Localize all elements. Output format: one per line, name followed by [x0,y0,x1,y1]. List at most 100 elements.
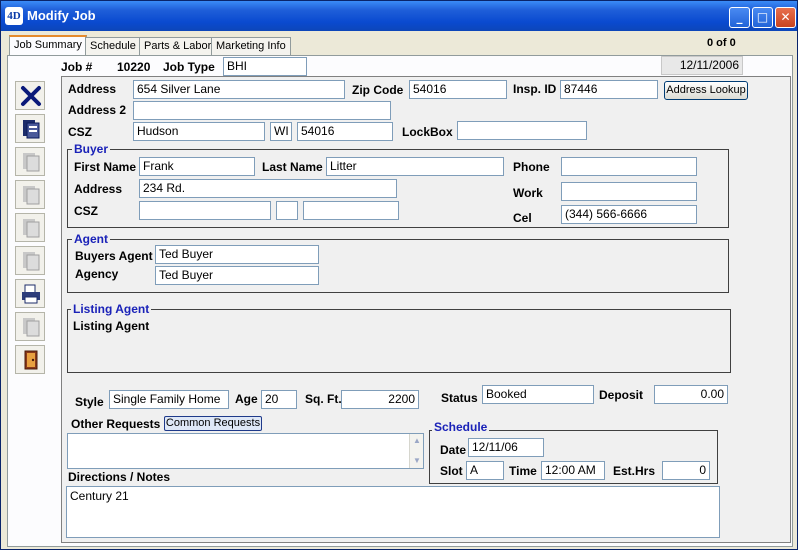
deposit-label: Deposit [599,388,644,402]
record-button-2[interactable] [15,180,45,209]
job-number-label: Job # [61,60,93,74]
buyer-state-field[interactable] [276,201,298,220]
job-type-label: Job Type [163,60,215,74]
exit-button[interactable] [15,345,45,374]
slot-field[interactable]: A [466,461,504,480]
buyer-last-name-label: Last Name [262,160,323,174]
title-bar[interactable]: 4D Modify Job _ □ ✕ [1,1,797,31]
maximize-icon: □ [756,10,769,24]
lockbox-label: LockBox [402,125,453,139]
address-lookup-button[interactable]: Address Lookup [664,81,748,100]
sq-ft-field[interactable]: 2200 [341,390,419,409]
job-number-value: 10220 [117,60,151,74]
job-type-field[interactable]: BHI [223,57,307,76]
buyer-csz-label: CSZ [74,204,98,218]
exit-door-icon [24,350,38,370]
close-button[interactable]: ✕ [775,7,796,28]
est-hrs-label: Est.Hrs [613,464,656,478]
deposit-field[interactable]: 0.00 [654,385,728,404]
tab-parts-labor[interactable]: Parts & Labor [139,37,217,55]
maximize-button[interactable]: □ [752,7,773,28]
schedule-date-field[interactable]: 12/11/06 [468,438,544,457]
record-button-1[interactable] [15,147,45,176]
record-button-3[interactable] [15,213,45,242]
insp-id-field[interactable]: 87446 [560,80,658,99]
cancel-button[interactable] [15,81,45,110]
style-field[interactable]: Single Family Home [109,390,229,409]
scroll-down-icon[interactable]: ▼ [411,454,423,468]
save-record-icon [23,120,40,139]
record-icon [23,186,40,205]
record-button-4[interactable] [15,246,45,275]
agent-group-title: Agent [72,232,110,246]
tab-marketing-info[interactable]: Marketing Info [211,37,291,55]
record-counter: 0 of 0 [707,37,736,49]
buyer-phone-label: Phone [513,160,550,174]
minimize-button[interactable]: _ [729,7,750,28]
buyer-last-name-field[interactable]: Litter [326,157,504,176]
agency-label: Agency [75,267,119,281]
city-field[interactable]: Hudson [133,122,265,141]
schedule-group-title: Schedule [432,420,490,434]
other-requests-textarea[interactable]: ▲ ▼ [67,433,424,469]
record-icon [23,318,40,337]
other-requests-label: Other Requests [71,417,161,431]
buyer-cel-label: Cel [513,211,532,225]
buyer-zip-field[interactable] [303,201,399,220]
insp-id-label: Insp. ID [513,82,557,96]
address2-field[interactable] [133,101,391,120]
record-button-5[interactable] [15,312,45,341]
state-field[interactable]: WI [270,122,292,141]
buyer-address-field[interactable]: 234 Rd. [139,179,397,198]
buyer-group-title: Buyer [72,142,111,156]
scroll-up-icon[interactable]: ▲ [411,434,423,448]
schedule-date-label: Date [440,443,467,457]
age-label: Age [235,392,258,406]
zip-code-field[interactable]: 54016 [409,80,507,99]
lockbox-field[interactable] [457,121,587,140]
cancel-x-icon [21,86,41,106]
buyer-phone-field[interactable] [561,157,697,176]
status-field[interactable]: Booked [482,385,594,404]
age-field[interactable]: 20 [261,390,297,409]
minimize-icon: _ [736,10,743,24]
address2-label: Address 2 [68,103,127,117]
style-label: Style [75,395,104,409]
buyer-address-label: Address [74,182,123,196]
record-icon [23,153,40,172]
modify-job-window: 4D Modify Job _ □ ✕ Job Summary Schedule… [0,0,798,550]
job-date: 12/11/2006 [661,56,743,75]
listing-agent-group [67,309,731,373]
buyer-first-name-field[interactable]: Frank [139,157,255,176]
other-requests-scrollbar[interactable]: ▲ ▼ [409,434,423,468]
common-requests-button[interactable]: Common Requests [164,416,262,431]
print-button[interactable] [15,279,45,308]
est-hrs-field[interactable]: 0 [662,461,710,480]
csz-zip-field[interactable]: 54016 [297,122,393,141]
csz-label: CSZ [68,125,92,139]
slot-label: Slot [440,464,463,478]
tab-schedule[interactable]: Schedule [85,37,141,55]
close-icon: ✕ [780,10,791,24]
status-label: Status [441,391,478,405]
print-icon [22,284,40,304]
agency-field[interactable]: Ted Buyer [155,266,319,285]
time-field[interactable]: 12:00 AM [541,461,605,480]
tab-job-summary[interactable]: Job Summary [9,35,87,56]
buyers-agent-label: Buyers Agent [75,249,153,263]
buyer-city-field[interactable] [139,201,271,220]
buyer-work-field[interactable] [561,182,697,201]
address-label: Address [68,82,117,96]
buyers-agent-field[interactable]: Ted Buyer [155,245,319,264]
buyer-cel-field[interactable]: (344) 566-6666 [561,205,697,224]
record-icon [23,252,40,271]
save-record-button[interactable] [15,114,45,143]
sq-ft-label: Sq. Ft. [305,392,342,406]
time-label: Time [509,464,537,478]
address-field[interactable]: 654 Silver Lane [133,80,345,99]
directions-notes-value: Century 21 [70,489,129,503]
listing-agent-group-title: Listing Agent [71,302,152,316]
directions-notes-textarea[interactable]: Century 21 [66,486,720,538]
app-logo-icon: 4D [5,7,23,25]
record-icon [23,219,40,238]
